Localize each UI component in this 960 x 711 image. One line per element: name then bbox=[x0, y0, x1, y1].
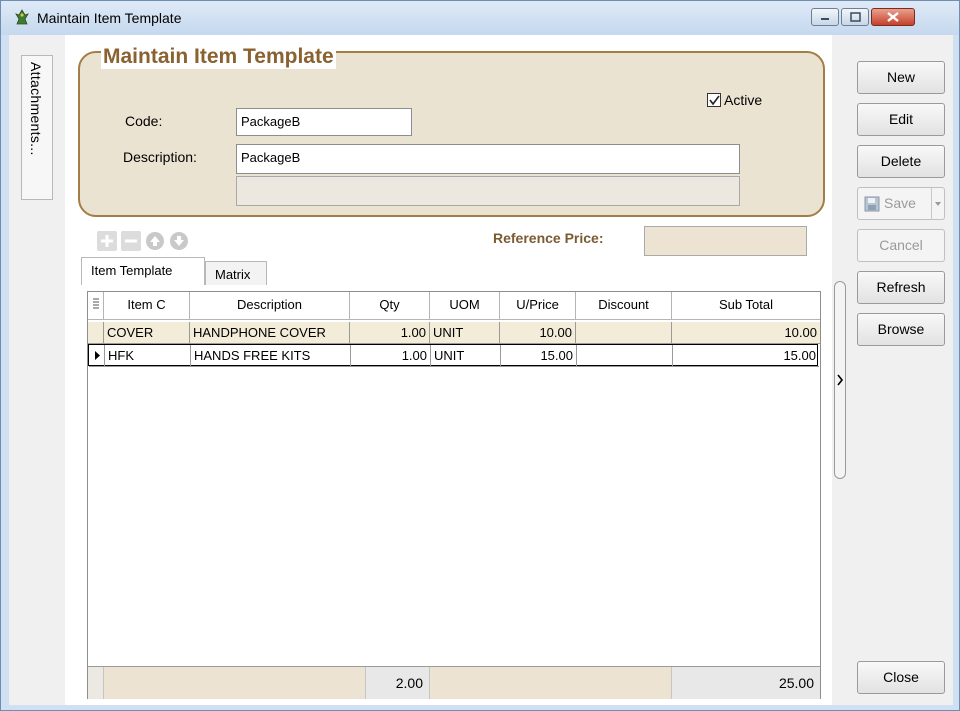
save-button[interactable]: Save bbox=[857, 187, 945, 220]
description-label: Description: bbox=[123, 149, 197, 165]
cell-sub-total[interactable]: 15.00 bbox=[673, 345, 819, 367]
footer-sub-total-total: 25.00 bbox=[672, 667, 820, 699]
column-header-discount[interactable]: Discount bbox=[576, 292, 672, 320]
item-grid[interactable]: Item C Description Qty UOM U/Price Disco… bbox=[87, 291, 821, 699]
current-row-arrow-icon bbox=[95, 351, 100, 360]
minus-icon[interactable] bbox=[121, 231, 141, 251]
new-button[interactable]: New bbox=[857, 61, 945, 94]
reference-price-label: Reference Price: bbox=[493, 230, 604, 246]
current-row-indicator[interactable] bbox=[89, 345, 105, 367]
footer-blank-1 bbox=[104, 667, 366, 699]
description-input[interactable]: PackageB bbox=[236, 144, 740, 174]
cell-uom[interactable]: UNIT bbox=[430, 322, 500, 344]
close-button[interactable]: Close bbox=[857, 661, 945, 694]
footer-qty-total: 2.00 bbox=[366, 667, 430, 699]
save-icon bbox=[864, 196, 880, 212]
attachments-tab[interactable]: Attachments... bbox=[21, 55, 53, 200]
tab-matrix-label: Matrix bbox=[215, 267, 251, 282]
cell-discount[interactable] bbox=[576, 322, 672, 344]
column-header-item-code[interactable]: Item C bbox=[104, 292, 190, 320]
code-label: Code: bbox=[125, 113, 163, 129]
tab-item-template-label: Item Template bbox=[91, 263, 173, 278]
cell-uom[interactable]: UNIT bbox=[431, 345, 501, 367]
grid-footer: 2.00 25.00 bbox=[88, 666, 820, 699]
footer-indicator bbox=[88, 667, 104, 699]
tab-matrix[interactable]: Matrix bbox=[205, 261, 267, 285]
tab-item-template[interactable]: Item Template bbox=[81, 257, 205, 285]
column-header-qty[interactable]: Qty bbox=[350, 292, 430, 320]
cell-description[interactable]: HANDS FREE KITS bbox=[191, 345, 351, 367]
chevron-down-icon bbox=[931, 188, 941, 219]
arrow-down-icon[interactable] bbox=[169, 231, 189, 251]
column-header-unit-price[interactable]: U/Price bbox=[500, 292, 576, 320]
cell-unit-price[interactable]: 15.00 bbox=[501, 345, 577, 367]
main-window: Maintain Item Template Attachments... Ma… bbox=[0, 0, 960, 711]
cell-description[interactable]: HANDPHONE COVER bbox=[190, 322, 350, 344]
attachments-label: Attachments... bbox=[28, 62, 44, 156]
table-row[interactable]: HFK HANDS FREE KITS 1.00 UNIT 15.00 15.0… bbox=[88, 344, 819, 367]
cell-sub-total[interactable]: 10.00 bbox=[672, 322, 820, 344]
panel-splitter[interactable] bbox=[834, 281, 846, 479]
footer-blank-2 bbox=[430, 667, 672, 699]
check-icon bbox=[709, 95, 720, 106]
edit-button[interactable]: Edit bbox=[857, 103, 945, 136]
active-label: Active bbox=[724, 92, 763, 108]
window-title: Maintain Item Template bbox=[37, 10, 182, 26]
column-header-uom[interactable]: UOM bbox=[430, 292, 500, 320]
description2-input bbox=[236, 176, 740, 206]
table-row[interactable]: COVER HANDPHONE COVER 1.00 UNIT 10.00 10… bbox=[88, 322, 820, 344]
column-header-description[interactable]: Description bbox=[190, 292, 350, 320]
expand-arrow-icon bbox=[837, 374, 844, 386]
save-label: Save bbox=[884, 195, 916, 211]
cell-item-code[interactable]: HFK bbox=[105, 345, 191, 367]
title-bar[interactable]: Maintain Item Template bbox=[1, 1, 959, 35]
cell-discount[interactable] bbox=[577, 345, 673, 367]
delete-button[interactable]: Delete bbox=[857, 145, 945, 178]
row-indicator[interactable] bbox=[88, 322, 104, 344]
active-checkbox[interactable] bbox=[707, 93, 721, 107]
column-chooser-icon bbox=[92, 298, 99, 309]
code-input[interactable]: PackageB bbox=[236, 108, 412, 136]
cancel-button[interactable]: Cancel bbox=[857, 229, 945, 262]
cell-unit-price[interactable]: 10.00 bbox=[500, 322, 576, 344]
cell-qty[interactable]: 1.00 bbox=[350, 322, 430, 344]
group-title: Maintain Item Template bbox=[101, 45, 336, 69]
cell-qty[interactable]: 1.00 bbox=[351, 345, 431, 367]
cell-item-code[interactable]: COVER bbox=[104, 322, 190, 344]
refresh-button[interactable]: Refresh bbox=[857, 271, 945, 304]
column-header-sub-total[interactable]: Sub Total bbox=[672, 292, 820, 320]
browse-button[interactable]: Browse bbox=[857, 313, 945, 346]
app-icon bbox=[13, 8, 31, 26]
maximize-button[interactable] bbox=[841, 8, 869, 26]
minimize-button[interactable] bbox=[811, 8, 839, 26]
close-window-button[interactable] bbox=[871, 8, 915, 26]
arrow-up-icon[interactable] bbox=[145, 231, 165, 251]
row-indicator-header[interactable] bbox=[88, 292, 104, 320]
plus-icon[interactable] bbox=[97, 231, 117, 251]
reference-price-input bbox=[644, 226, 807, 256]
